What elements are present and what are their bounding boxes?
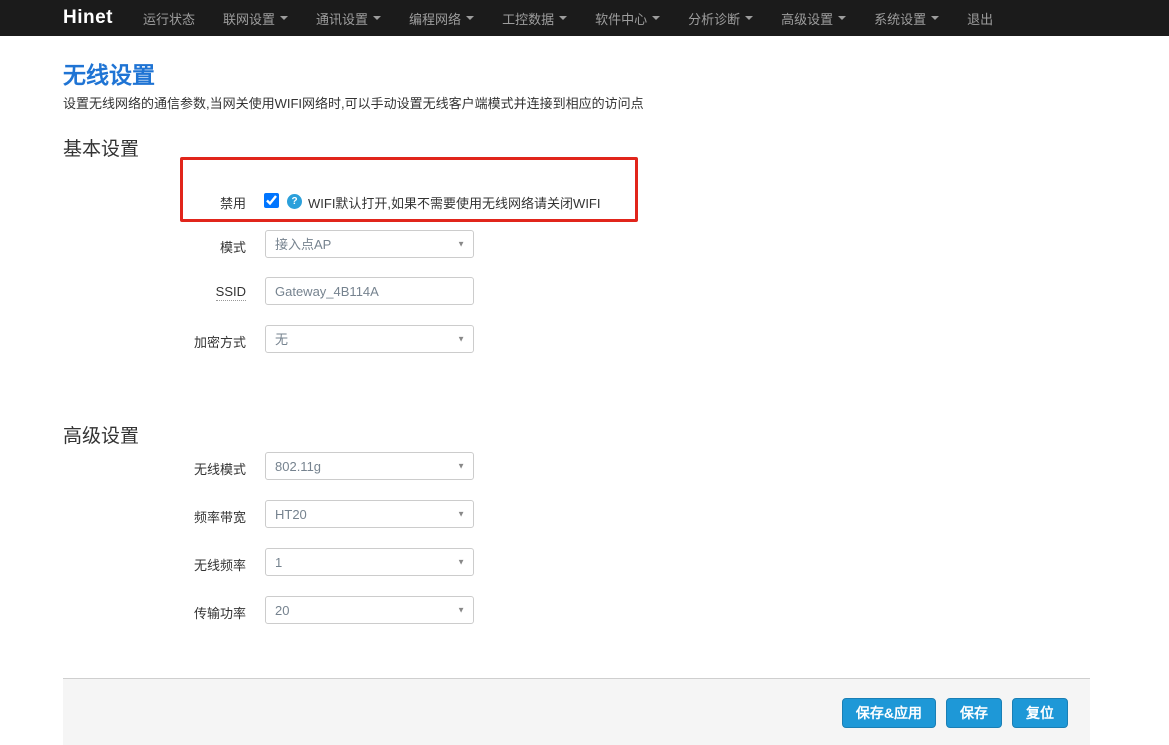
nav-item-advanced-settings[interactable]: 高级设置 xyxy=(767,0,860,36)
brand-logo[interactable]: Hinet xyxy=(63,7,113,29)
save-apply-button[interactable]: 保存&应用 xyxy=(842,698,936,728)
nav-item-programming-network[interactable]: 编程网络 xyxy=(395,0,488,36)
save-button[interactable]: 保存 xyxy=(946,698,1002,728)
caret-down-icon xyxy=(745,16,753,20)
caret-down-icon xyxy=(280,16,288,20)
reset-button[interactable]: 复位 xyxy=(1012,698,1068,728)
red-annotation-box xyxy=(180,157,638,222)
nav-menu: 运行状态 联网设置 通讯设置 编程网络 工控数据 软件中心 分析诊断 高级设置 … xyxy=(129,0,1007,36)
nav-item-running-status[interactable]: 运行状态 xyxy=(129,0,209,36)
mode-label: 模式 xyxy=(63,237,246,256)
channel-select[interactable]: 1 xyxy=(265,548,474,576)
tx-power-select[interactable]: 20 xyxy=(265,596,474,624)
disable-checkbox[interactable] xyxy=(264,193,279,208)
wireless-mode-label: 无线模式 xyxy=(63,459,246,478)
caret-down-icon xyxy=(559,16,567,20)
channel-label: 无线频率 xyxy=(63,555,246,574)
mode-select[interactable]: 接入点AP xyxy=(265,230,474,258)
top-navbar: Hinet 运行状态 联网设置 通讯设置 编程网络 工控数据 软件中心 分析诊断… xyxy=(0,0,1169,36)
bandwidth-select[interactable]: HT20 xyxy=(265,500,474,528)
caret-down-icon xyxy=(931,16,939,20)
nav-item-software-center[interactable]: 软件中心 xyxy=(581,0,674,36)
page-subtitle: 设置无线网络的通信参数,当网关使用WIFI网络时,可以手动设置无线客户端模式并连… xyxy=(63,93,644,112)
encryption-label: 加密方式 xyxy=(63,332,246,351)
nav-item-logout[interactable]: 退出 xyxy=(953,0,1007,36)
bandwidth-label: 频率带宽 xyxy=(63,507,246,526)
disable-label: 禁用 xyxy=(63,193,246,212)
nav-item-comm-settings[interactable]: 通讯设置 xyxy=(302,0,395,36)
wireless-settings-page: Hinet 运行状态 联网设置 通讯设置 编程网络 工控数据 软件中心 分析诊断… xyxy=(0,0,1169,745)
page-title: 无线设置 xyxy=(63,56,155,90)
nav-item-analysis-diagnosis[interactable]: 分析诊断 xyxy=(674,0,767,36)
caret-down-icon xyxy=(373,16,381,20)
basic-settings-heading: 基本设置 xyxy=(63,134,139,161)
caret-down-icon xyxy=(838,16,846,20)
footer-action-bar: 保存&应用 保存 复位 xyxy=(63,678,1090,745)
nav-item-system-settings[interactable]: 系统设置 xyxy=(860,0,953,36)
wireless-mode-select[interactable]: 802.11g xyxy=(265,452,474,480)
caret-down-icon xyxy=(466,16,474,20)
disable-hint-text: WIFI默认打开,如果不需要使用无线网络请关闭WIFI xyxy=(308,193,600,212)
encryption-select[interactable]: 无 xyxy=(265,325,474,353)
ssid-input[interactable] xyxy=(265,277,474,305)
advanced-settings-heading: 高级设置 xyxy=(63,421,139,448)
tx-power-label: 传输功率 xyxy=(63,603,246,622)
caret-down-icon xyxy=(652,16,660,20)
ssid-label: SSID xyxy=(63,284,246,299)
nav-item-network-settings[interactable]: 联网设置 xyxy=(209,0,302,36)
nav-item-industrial-data[interactable]: 工控数据 xyxy=(488,0,581,36)
help-icon[interactable]: ? xyxy=(287,194,302,209)
